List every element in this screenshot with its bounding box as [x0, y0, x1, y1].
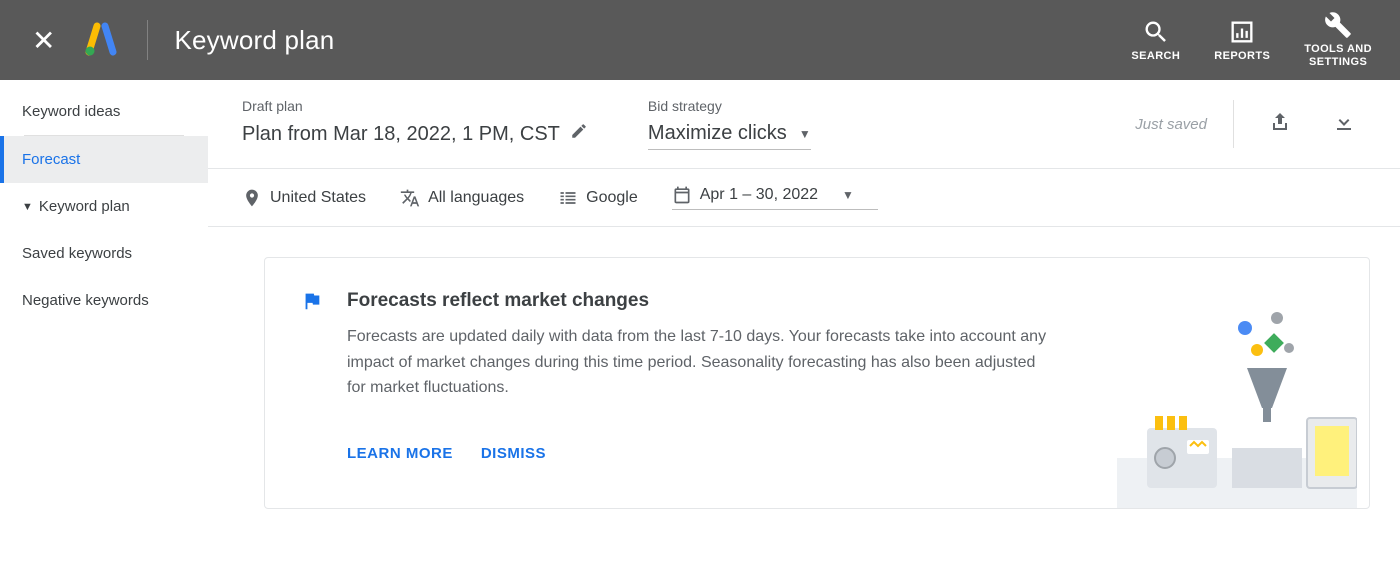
share-button[interactable]	[1268, 110, 1292, 139]
close-button[interactable]: ✕	[32, 24, 55, 57]
chevron-down-icon: ▼	[799, 127, 811, 141]
date-range-filter[interactable]: Apr 1 – 30, 2022 ▼	[672, 185, 878, 210]
search-icon	[1142, 18, 1170, 46]
share-icon	[1268, 110, 1292, 134]
reports-label: REPORTS	[1214, 50, 1270, 63]
sidebar-item-saved-keywords[interactable]: Saved keywords	[0, 230, 208, 277]
draft-plan-field[interactable]: Draft plan Plan from Mar 18, 2022, 1 PM,…	[242, 98, 588, 146]
plan-header: Draft plan Plan from Mar 18, 2022, 1 PM,…	[208, 80, 1400, 169]
save-status: Just saved	[1135, 116, 1207, 133]
download-icon	[1332, 110, 1356, 134]
sidebar-item-label: Forecast	[22, 151, 80, 168]
location-filter[interactable]: United States	[242, 188, 366, 208]
sidebar-item-keyword-plan[interactable]: ▼ Keyword plan	[0, 183, 208, 230]
language-value: All languages	[428, 189, 524, 207]
download-button[interactable]	[1332, 110, 1356, 139]
header-divider	[147, 20, 148, 60]
sidebar-item-label: Negative keywords	[22, 292, 149, 309]
sidebar: Keyword ideas Forecast ▼ Keyword plan Sav…	[0, 80, 208, 580]
google-ads-logo	[83, 22, 119, 58]
sidebar-item-negative-keywords[interactable]: Negative keywords	[0, 277, 208, 324]
flag-icon	[301, 290, 323, 474]
illustration-icon	[1117, 298, 1357, 508]
network-icon	[558, 188, 578, 208]
tools-settings-button[interactable]: TOOLS AND SETTINGS	[1304, 11, 1372, 68]
app-topbar: ✕ Keyword plan SEARCH REPORTS TOOLS AND …	[0, 0, 1400, 80]
sidebar-item-label: Keyword plan	[39, 198, 130, 215]
reports-icon	[1228, 18, 1256, 46]
sidebar-item-keyword-ideas[interactable]: Keyword ideas	[0, 88, 208, 135]
bid-strategy-value: Maximize clicks	[648, 122, 787, 145]
sidebar-item-label: Saved keywords	[22, 245, 132, 262]
draft-plan-label: Draft plan	[242, 98, 588, 114]
location-value: United States	[270, 189, 366, 207]
header-vertical-divider	[1233, 100, 1234, 148]
draft-plan-value: Plan from Mar 18, 2022, 1 PM, CST	[242, 123, 560, 146]
bid-strategy-field[interactable]: Bid strategy Maximize clicks ▼	[648, 98, 811, 150]
page-title: Keyword plan	[174, 25, 334, 56]
notice-body: Forecasts are updated daily with data fr…	[347, 324, 1047, 401]
notice-title: Forecasts reflect market changes	[347, 290, 1073, 312]
network-filter[interactable]: Google	[558, 188, 638, 208]
calendar-icon	[672, 185, 692, 205]
sidebar-item-label: Keyword ideas	[22, 103, 120, 120]
translate-icon	[400, 188, 420, 208]
search-label: SEARCH	[1131, 50, 1180, 63]
learn-more-button[interactable]: LEARN MORE	[347, 445, 453, 462]
caret-down-icon: ▼	[22, 201, 33, 213]
sidebar-item-forecast[interactable]: Forecast	[0, 136, 208, 183]
wrench-icon	[1324, 11, 1352, 39]
search-button[interactable]: SEARCH	[1131, 18, 1180, 63]
dismiss-button[interactable]: DISMISS	[481, 445, 546, 462]
pencil-icon[interactable]	[570, 122, 588, 146]
bid-strategy-label: Bid strategy	[648, 98, 811, 114]
forecast-notice-card: Forecasts reflect market changes Forecas…	[264, 257, 1370, 509]
network-value: Google	[586, 189, 638, 207]
reports-button[interactable]: REPORTS	[1214, 18, 1270, 63]
filter-bar: United States All languages Google Apr 1…	[208, 169, 1400, 227]
language-filter[interactable]: All languages	[400, 188, 524, 208]
tools-label: TOOLS AND SETTINGS	[1304, 43, 1372, 68]
chevron-down-icon: ▼	[842, 188, 854, 202]
location-pin-icon	[242, 188, 262, 208]
date-range-value: Apr 1 – 30, 2022	[700, 186, 818, 204]
